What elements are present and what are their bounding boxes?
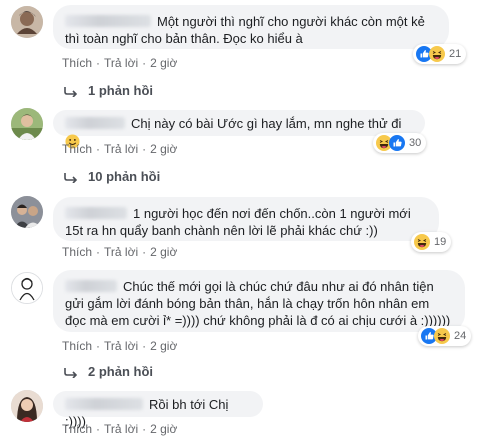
avatar-photo: [11, 390, 43, 422]
comment-timestamp[interactable]: 2 giờ: [150, 339, 177, 353]
comment-bubble: Một người thì nghĩ cho người khác còn mộ…: [53, 5, 449, 49]
separator-dot: ·: [142, 56, 147, 70]
replies-count: 2 phản hồi: [88, 364, 153, 379]
separator-dot: ·: [142, 422, 147, 436]
reaction-summary[interactable]: 24: [418, 326, 472, 346]
avatar-photo: [11, 108, 43, 140]
like-link[interactable]: Thích: [62, 339, 92, 353]
commenter-name[interactable]: [65, 398, 143, 410]
view-replies-link[interactable]: 2 phản hồi: [64, 364, 153, 380]
like-link[interactable]: Thích: [62, 245, 92, 259]
replies-count: 10 phản hồi: [88, 169, 161, 184]
reply-arrow-icon: [64, 367, 78, 378]
like-link[interactable]: Thích: [62, 422, 92, 436]
reaction-count: 24: [454, 330, 467, 342]
haha-icon: [429, 46, 445, 62]
comment-bubble: Chúc thế mới gọi là chúc chứ đâu như ai …: [53, 270, 465, 332]
reply-link[interactable]: Trả lời: [104, 245, 138, 259]
view-replies-link[interactable]: 1 phản hồi: [64, 83, 153, 99]
commenter-avatar[interactable]: [11, 6, 43, 38]
haha-icon: [434, 328, 450, 344]
comment-timestamp[interactable]: 2 giờ: [150, 142, 177, 156]
view-replies-link[interactable]: 10 phản hồi: [64, 169, 160, 185]
separator-dot: ·: [96, 245, 101, 259]
comment-text: Chị này có bài Ước gì hay lắm, mn nghe t…: [131, 116, 402, 131]
separator-dot: ·: [142, 245, 147, 259]
separator-dot: ·: [96, 339, 101, 353]
comment-bubble: 1 người học đến nơi đến chốn..còn 1 ngườ…: [53, 197, 439, 241]
comment-actions: Thích · Trả lời · 2 giờ: [62, 422, 177, 436]
reply-arrow-icon: [64, 86, 78, 97]
separator-dot: ·: [142, 339, 147, 353]
avatar-photo: [11, 196, 43, 228]
comment-actions: Thích · Trả lời · 2 giờ: [62, 56, 177, 70]
reply-arrow-icon: [64, 172, 78, 183]
like-icon: [389, 135, 405, 151]
comment-bubble: Chị này có bài Ước gì hay lắm, mn nghe t…: [53, 110, 425, 149]
commenter-avatar[interactable]: [11, 108, 43, 140]
commenter-name[interactable]: [65, 15, 151, 27]
avatar-photo: [11, 6, 43, 38]
comment-actions: Thích · Trả lời · 2 giờ: [62, 245, 177, 259]
like-link[interactable]: Thích: [62, 56, 92, 70]
comment-timestamp[interactable]: 2 giờ: [150, 56, 177, 70]
reaction-summary[interactable]: 21: [413, 44, 467, 64]
commenter-name[interactable]: [65, 207, 127, 219]
comment-text: Chúc thế mới gọi là chúc chứ đâu như ai …: [65, 279, 451, 328]
reply-link[interactable]: Trả lời: [104, 142, 138, 156]
avatar-photo: [12, 273, 42, 303]
separator-dot: ·: [96, 56, 101, 70]
commenter-name[interactable]: [65, 280, 117, 292]
replies-count: 1 phản hồi: [88, 83, 153, 98]
haha-icon: [414, 234, 430, 250]
commenter-avatar[interactable]: [11, 390, 43, 422]
comment-bubble: Rồi bh tới Chị :)))): [53, 391, 263, 429]
reaction-summary[interactable]: 30: [373, 133, 427, 153]
separator-dot: ·: [142, 142, 147, 156]
reply-link[interactable]: Trả lời: [104, 56, 138, 70]
reaction-count: 30: [409, 137, 422, 149]
reply-link[interactable]: Trả lời: [104, 422, 138, 436]
separator-dot: ·: [96, 142, 101, 156]
comment-timestamp[interactable]: 2 giờ: [150, 245, 177, 259]
reaction-count: 19: [434, 236, 447, 248]
reaction-count: 21: [449, 48, 462, 60]
separator-dot: ·: [96, 422, 101, 436]
comment-actions: Thích · Trả lời · 2 giờ: [62, 142, 177, 156]
comment-actions: Thích · Trả lời · 2 giờ: [62, 339, 177, 353]
commenter-avatar[interactable]: [11, 272, 43, 304]
comment-timestamp[interactable]: 2 giờ: [150, 422, 177, 436]
commenter-name[interactable]: [65, 117, 125, 129]
reply-link[interactable]: Trả lời: [104, 339, 138, 353]
reaction-summary[interactable]: 19: [411, 232, 452, 252]
commenter-avatar[interactable]: [11, 196, 43, 228]
like-link[interactable]: Thích: [62, 142, 92, 156]
